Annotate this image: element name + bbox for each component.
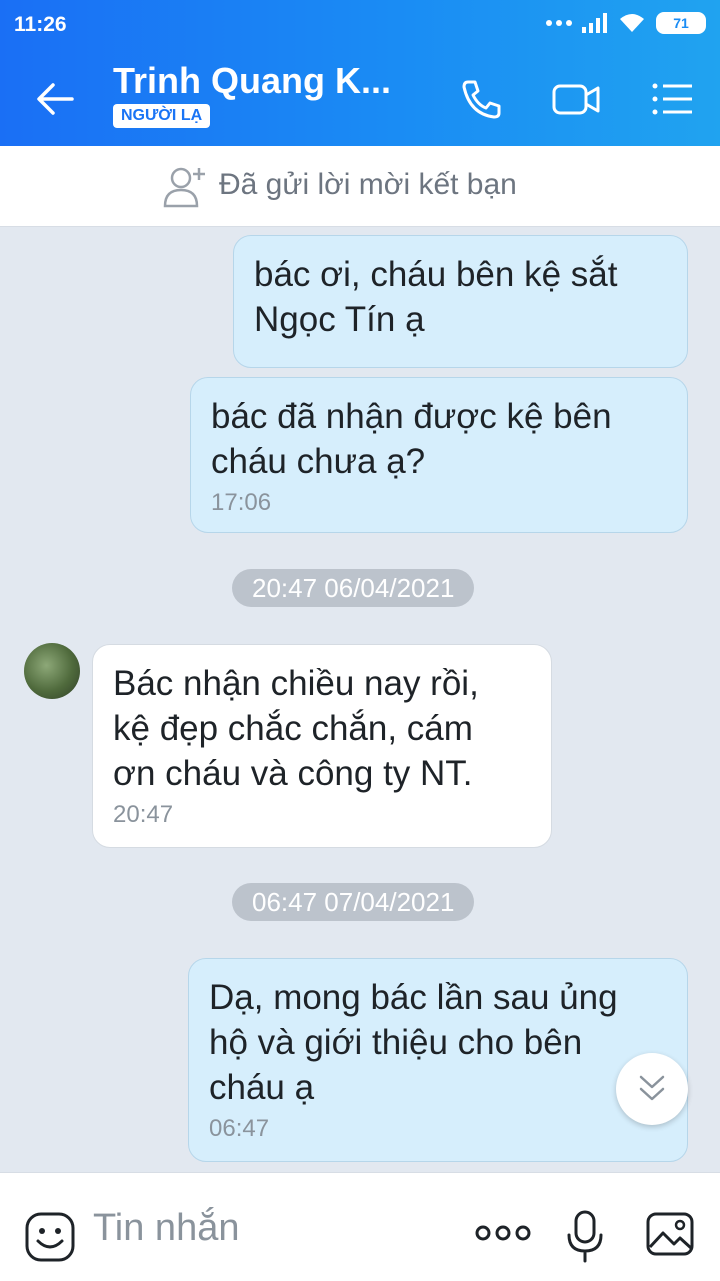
signal-dots-icon xyxy=(546,20,572,26)
friend-request-text: Đã gửi lời mời kết bạn xyxy=(219,168,517,201)
back-arrow-icon[interactable] xyxy=(34,78,76,120)
date-separator: 06:47 07/04/2021 xyxy=(232,883,475,921)
stranger-badge: NGƯỜI LẠ xyxy=(113,104,211,128)
message-line: bác đã nhận được kệ bên xyxy=(211,397,612,436)
message-line: Ngọc Tín ạ xyxy=(254,300,425,339)
status-icons: 71 xyxy=(546,12,706,34)
battery-icon: 71 xyxy=(656,12,706,34)
avatar[interactable] xyxy=(24,643,80,699)
more-dots-icon[interactable] xyxy=(474,1223,532,1243)
signal-icon xyxy=(582,13,607,33)
image-icon[interactable] xyxy=(645,1211,695,1257)
message-line: cháu chưa ạ? xyxy=(211,442,426,481)
message-line: ơn cháu và công ty NT. xyxy=(113,754,473,793)
emoji-icon[interactable] xyxy=(24,1211,76,1263)
microphone-icon[interactable] xyxy=(565,1209,605,1263)
scroll-to-bottom-button[interactable] xyxy=(616,1053,688,1125)
video-camera-icon[interactable] xyxy=(551,74,601,124)
message-line: Bác nhận chiều nay rồi, xyxy=(113,664,479,703)
wifi-icon xyxy=(620,14,644,32)
message-time: 17:06 xyxy=(211,489,272,516)
contact-name[interactable]: Trinh Quang K... xyxy=(113,60,391,102)
status-time: 11:26 xyxy=(14,13,67,36)
message-line: Dạ, mong bác lần sau ủng xyxy=(209,978,618,1017)
message-bubble-sent[interactable]: bác ơi, cháu bên kệ sắt Ngọc Tín ạ xyxy=(233,235,688,368)
add-user-icon xyxy=(163,167,205,208)
message-line: hộ và giới thiệu cho bên xyxy=(209,1023,583,1062)
message-line: kệ đẹp chắc chắn, cám xyxy=(113,709,473,748)
message-bubble-received[interactable]: Bác nhận chiều nay rồi, kệ đẹp chắc chắn… xyxy=(92,644,552,848)
chevron-double-down-icon xyxy=(639,1075,665,1101)
status-bar: 11:26 71 xyxy=(0,0,720,50)
top-bar: 11:26 71 Trinh Quang K... NGƯỜI LẠ xyxy=(0,0,720,146)
message-bubble-sent[interactable]: Dạ, mong bác lần sau ủng hộ và giới thiệ… xyxy=(188,958,688,1162)
phone-icon[interactable] xyxy=(456,74,506,124)
message-input[interactable]: Tin nhắn xyxy=(93,1207,239,1250)
message-time: 06:47 xyxy=(209,1115,270,1142)
message-bubble-sent[interactable]: bác đã nhận được kệ bên cháu chưa ạ? 17:… xyxy=(190,377,688,533)
message-line: bác ơi, cháu bên kệ sắt xyxy=(254,255,618,294)
message-composer: Tin nhắn xyxy=(0,1172,720,1281)
list-menu-icon[interactable] xyxy=(648,74,698,124)
message-time: 20:47 xyxy=(113,801,174,828)
message-line: cháu ạ xyxy=(209,1068,315,1107)
friend-request-bar[interactable]: Đã gửi lời mời kết bạn xyxy=(0,146,720,227)
date-separator: 20:47 06/04/2021 xyxy=(232,569,475,607)
